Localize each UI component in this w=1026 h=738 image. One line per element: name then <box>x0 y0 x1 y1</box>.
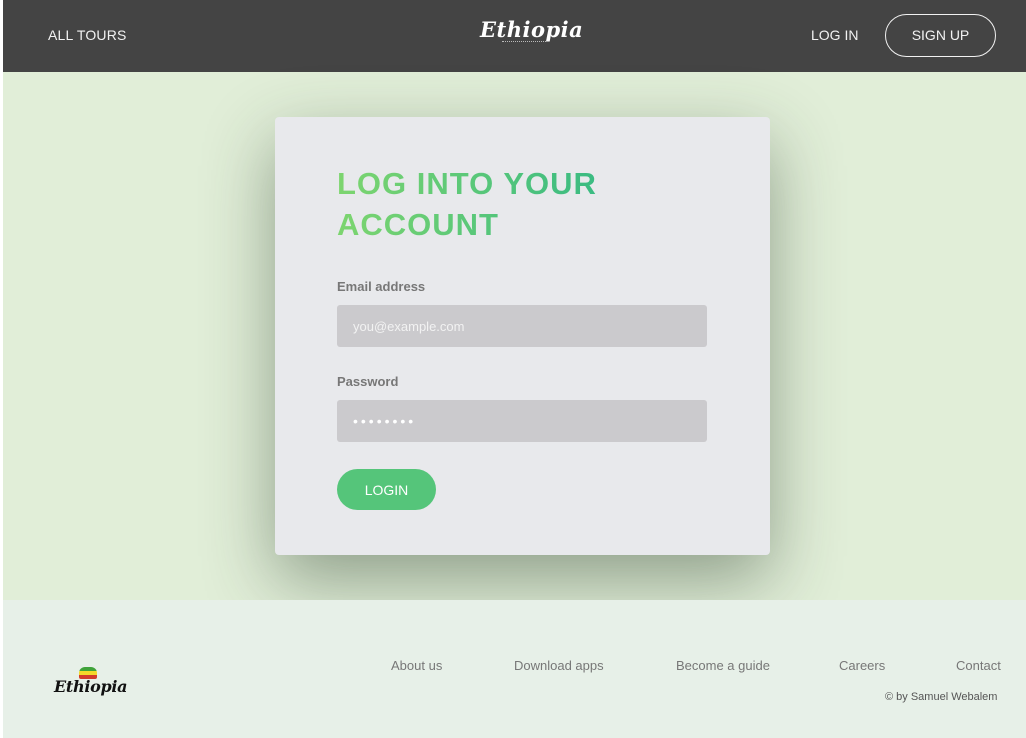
login-button[interactable]: LOGIN <box>337 469 436 510</box>
footer-link-download-apps[interactable]: Download apps <box>514 658 604 673</box>
login-title: LOG INTO YOUR ACCOUNT <box>337 163 667 245</box>
footer-link-contact[interactable]: Contact <box>956 658 1001 673</box>
footer-link-careers[interactable]: Careers <box>839 658 885 673</box>
log-in-link[interactable]: LOG IN <box>811 27 858 43</box>
copyright-text: © by Samuel Webalem <box>885 691 998 703</box>
site-footer: Ethiopia About us Download apps Become a… <box>3 600 1026 738</box>
main-content: LOG INTO YOUR ACCOUNT Email address Pass… <box>3 72 1026 600</box>
logo-subtitle-line <box>502 41 546 43</box>
logo-text: Ethiopia <box>480 17 584 42</box>
page: ALL TOURS Ethiopia LOG IN SIGN UP LOG IN… <box>3 0 1026 738</box>
sign-up-button[interactable]: SIGN UP <box>885 14 996 57</box>
all-tours-link[interactable]: ALL TOURS <box>48 27 127 43</box>
ethiopia-logo[interactable]: Ethiopia <box>480 16 584 50</box>
site-header: ALL TOURS Ethiopia LOG IN SIGN UP <box>3 0 1026 72</box>
password-label: Password <box>337 374 399 389</box>
password-field[interactable] <box>337 400 707 442</box>
footer-logo-text: Ethiopia <box>54 677 128 696</box>
email-field[interactable] <box>337 305 707 347</box>
footer-logo: Ethiopia <box>54 667 128 703</box>
email-label: Email address <box>337 279 426 294</box>
footer-link-become-a-guide[interactable]: Become a guide <box>676 658 770 673</box>
footer-link-about-us[interactable]: About us <box>391 658 442 673</box>
login-form-card: LOG INTO YOUR ACCOUNT Email address Pass… <box>275 117 770 555</box>
